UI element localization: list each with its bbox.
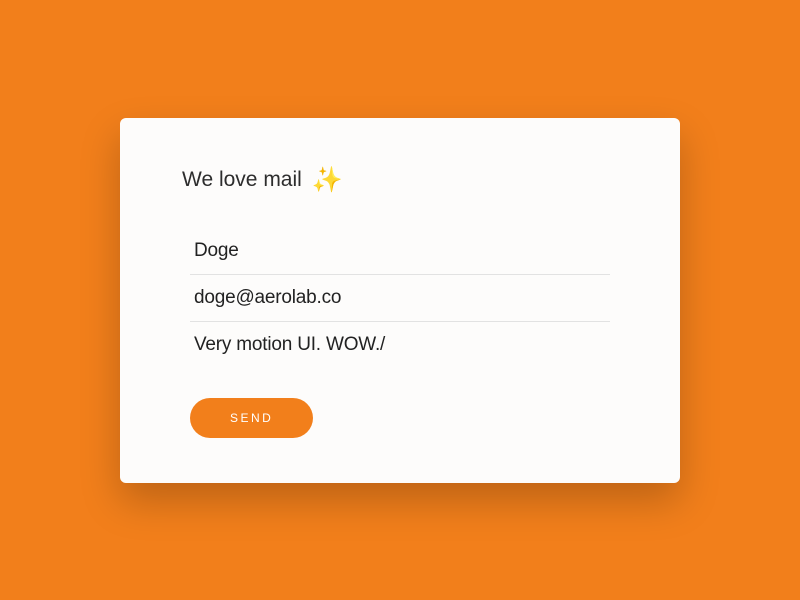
- heading-text: We love mail: [182, 168, 302, 192]
- send-button[interactable]: SEND: [190, 398, 313, 438]
- email-input[interactable]: [190, 275, 610, 322]
- form-heading: We love mail ✨: [182, 168, 610, 193]
- sparkles-icon: ✨: [312, 168, 343, 193]
- message-input[interactable]: [190, 322, 610, 368]
- contact-card: We love mail ✨ SEND: [120, 118, 680, 483]
- name-input[interactable]: [190, 228, 610, 275]
